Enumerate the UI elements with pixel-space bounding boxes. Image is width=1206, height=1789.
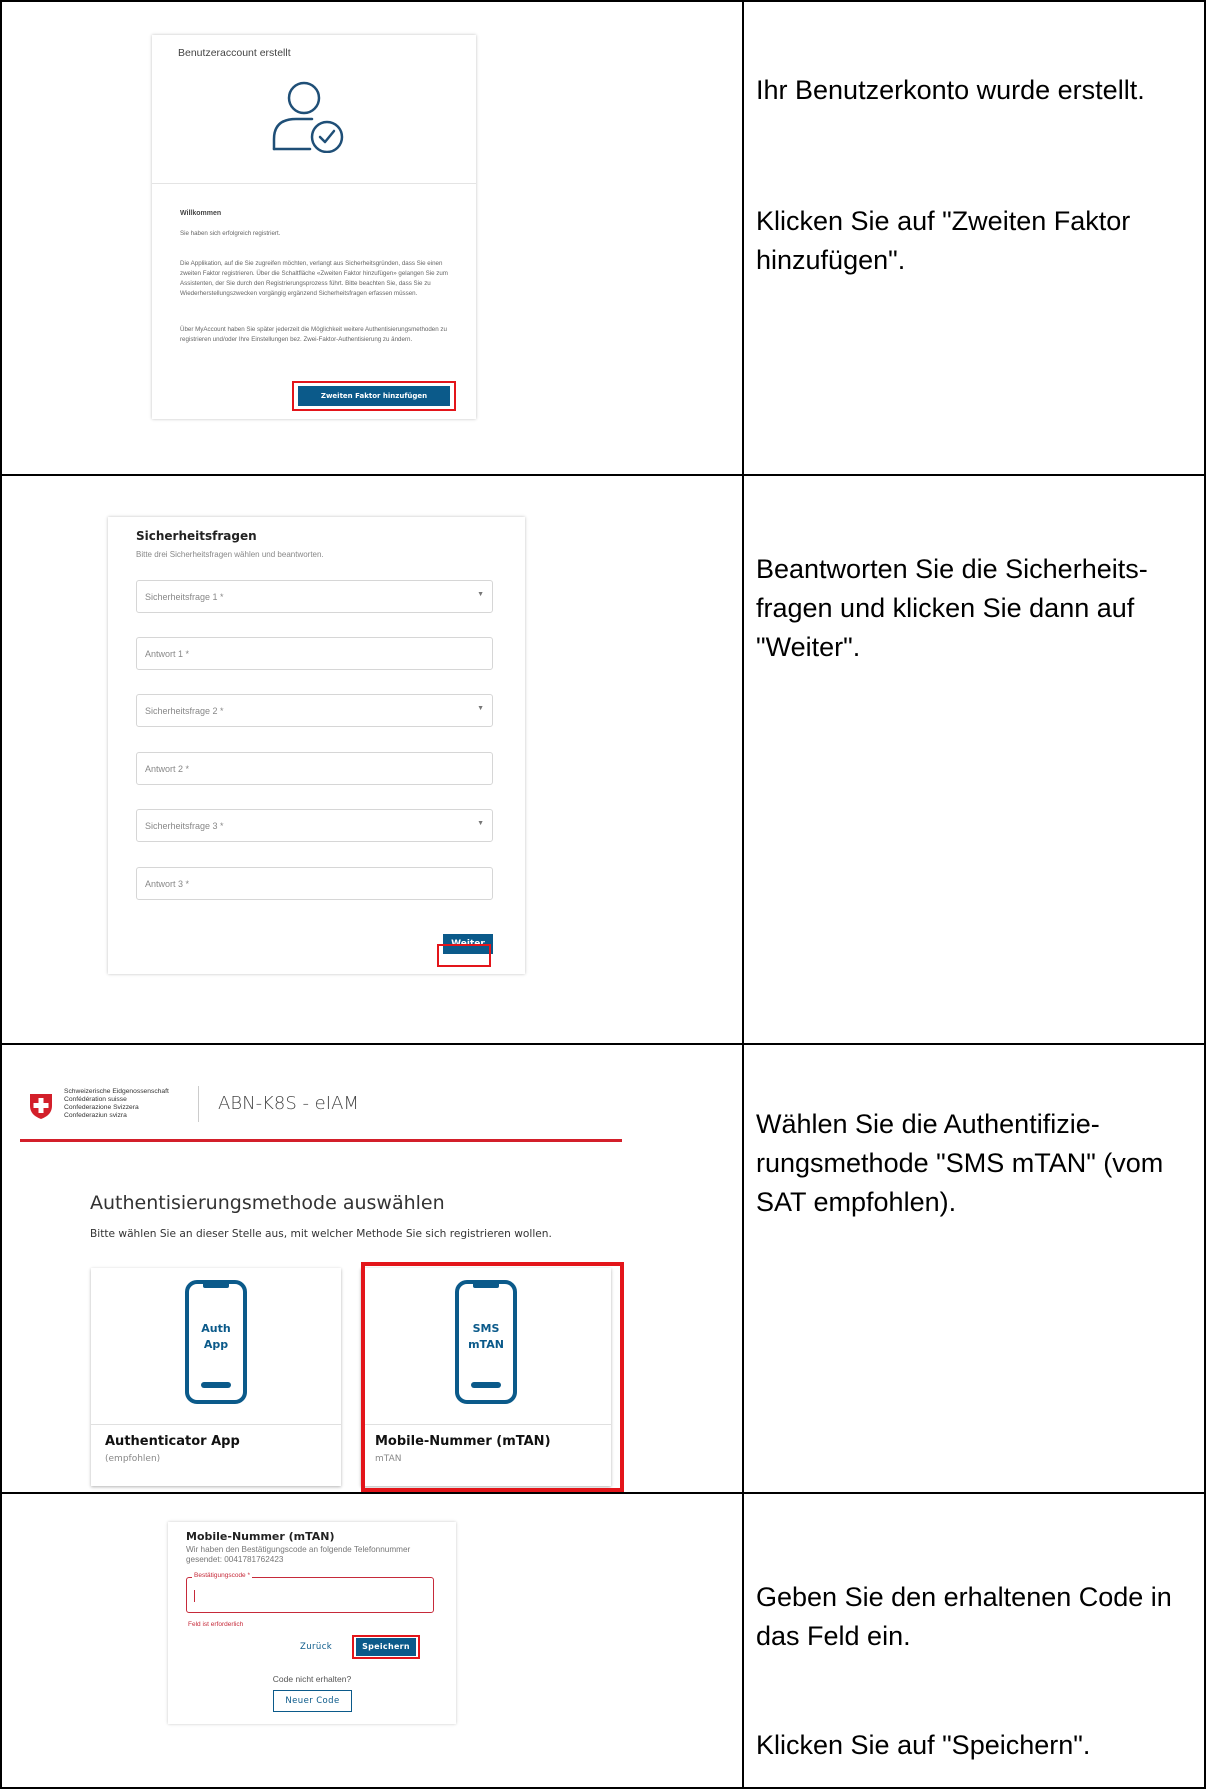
column-divider xyxy=(742,0,744,1789)
swiss-cross-icon xyxy=(30,1094,52,1119)
highlight-box xyxy=(361,1262,624,1492)
table-border-top xyxy=(0,0,1206,2)
page-heading: Authentisierungsmethode auswählen xyxy=(90,1192,445,1214)
row-divider-2 xyxy=(0,1043,1206,1045)
highlight-box xyxy=(352,1635,420,1659)
myaccount-text: Über MyAccount haben Sie später jederzei… xyxy=(180,326,447,343)
new-code-button[interactable]: Neuer Code xyxy=(273,1690,352,1712)
instruction-step3: Wählen Sie die Authentifizie-rungsmethod… xyxy=(756,1109,1164,1217)
explanation-text: Die Applikation, auf die Sie zugreifen m… xyxy=(180,260,448,297)
instruction-step1-b: Klicken Sie auf "Zweiten Faktor hinzufüg… xyxy=(756,206,1131,275)
success-text: Sie haben sich erfolgreich registriert. xyxy=(180,230,281,237)
confirmation-code-input[interactable] xyxy=(186,1577,434,1613)
instruction-step4-b: Klicken Sie auf "Speichern". xyxy=(756,1730,1091,1760)
answer-3-input[interactable]: Antwort 3 * xyxy=(136,867,493,900)
header-divider xyxy=(198,1086,199,1122)
app-title: ABN-K8S - eIAM xyxy=(218,1093,359,1114)
security-question-3-select[interactable]: Sicherheitsfrage 3 * ▼ xyxy=(136,809,493,842)
divider xyxy=(152,183,476,184)
welcome-heading: Willkommen xyxy=(180,210,222,217)
instruction-step2: Beantworten Sie die Sicherheits-fragen u… xyxy=(756,554,1148,662)
text-cursor xyxy=(194,1590,195,1602)
security-question-2-select[interactable]: Sicherheitsfrage 2 * ▼ xyxy=(136,694,493,727)
caret-down-icon: ▼ xyxy=(477,705,484,712)
row-divider-1 xyxy=(0,474,1206,476)
card-title: Benutzeraccount erstellt xyxy=(178,47,291,59)
card-title: Mobile-Nummer (mTAN) xyxy=(186,1530,335,1543)
security-questions-card: Sicherheitsfragen Bitte drei Sicherheits… xyxy=(108,517,525,974)
caret-down-icon: ▼ xyxy=(477,591,484,598)
phone-label: Auth App xyxy=(201,1322,231,1351)
card-subtitle: Bitte drei Sicherheitsfragen wählen und … xyxy=(136,550,324,559)
card-title: Sicherheitsfragen xyxy=(136,529,257,543)
field-error: Feld ist erforderlich xyxy=(188,1621,244,1628)
page-subheading: Bitte wählen Sie an dieser Stelle aus, m… xyxy=(90,1228,552,1240)
instruction-step1-a: Ihr Benutzerkonto wurde erstellt. xyxy=(756,75,1145,105)
security-question-1-select[interactable]: Sicherheitsfrage 1 * ▼ xyxy=(136,580,493,613)
mtan-code-card: Mobile-Nummer (mTAN) Wir haben den Bestä… xyxy=(168,1522,456,1724)
method-name: Authenticator App xyxy=(105,1434,240,1449)
instruction-step4-a: Geben Sie den erhaltenen Code in das Fel… xyxy=(756,1582,1172,1651)
method-note: (empfohlen) xyxy=(105,1454,161,1464)
header-red-line xyxy=(20,1139,622,1142)
row-divider-3 xyxy=(0,1492,1206,1494)
divider xyxy=(91,1424,341,1425)
table-border-left xyxy=(0,0,2,1789)
account-created-card: Benutzeraccount erstellt Willkommen Sie … xyxy=(152,35,476,419)
confirmation-code-label: Bestätigungscode * xyxy=(192,1572,253,1579)
confederation-label: Schweizerische Eidgenossenschaft Confédé… xyxy=(64,1088,169,1119)
answer-2-input[interactable]: Antwort 2 * xyxy=(136,752,493,785)
answer-1-input[interactable]: Antwort 1 * xyxy=(136,637,493,670)
caret-down-icon: ▼ xyxy=(477,820,484,827)
highlight-box xyxy=(292,381,456,411)
no-code-text: Code nicht erhalten? xyxy=(272,1674,352,1684)
highlight-box xyxy=(437,944,491,967)
card-subtitle: Wir haben den Bestätigungscode an folgen… xyxy=(186,1545,411,1564)
user-check-icon xyxy=(272,81,344,153)
method-card-auth-app[interactable]: Auth App Authenticator App (empfohlen) xyxy=(91,1268,341,1486)
back-link[interactable]: Zurück xyxy=(300,1642,332,1652)
